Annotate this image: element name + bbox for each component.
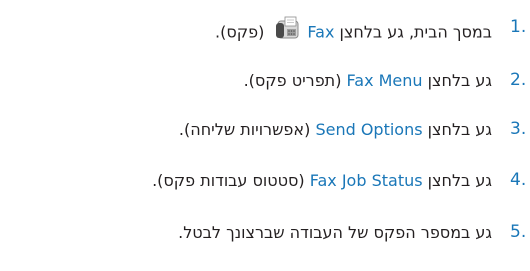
step-text-before: גע בלחצן [422,120,492,139]
fax-icon [273,15,303,47]
step-text-after: (סטטוס עבודות פקס). [152,171,310,190]
step-text-before: גע בלחצן [422,171,492,190]
step-text-after: (תפריט פקס). [243,71,347,90]
step-text-before: במסך הבית, גע בלחצן [334,22,493,42]
step-3: 3. גע בלחצן Send Options (אפשרויות שליחה… [0,115,530,145]
step-text-before: גע במספר הפקס של העבודה שברצונך לבטל. [178,223,492,242]
step-2: 2. גע בלחצן Fax Menu (תפריט פקס). [0,66,530,96]
step-number: 3. [510,119,527,139]
step-text: גע במספר הפקס של העבודה שברצונך לבטל. [178,222,492,244]
step-number: 2. [510,70,527,90]
step-text: גע בלחצן Send Options (אפשרויות שליחה). [179,119,492,141]
step-text-before: גע בלחצן [422,71,492,90]
step-number: 1. [510,17,527,37]
step-1: 1. במסך הבית, גע בלחצן Fax (פקס). [0,13,530,43]
step-5: 5. גע במספר הפקס של העבודה שברצונך לבטל. [0,218,530,248]
step-4: 4. גע בלחצן Fax Job Status (סטטוס עבודות… [0,166,530,196]
ui-term-fax: Fax [307,22,335,42]
step-number: 4. [510,170,527,190]
step-text: גע בלחצן Fax Menu (תפריט פקס). [244,70,492,92]
step-text: גע בלחצן Fax Job Status (סטטוס עבודות פק… [152,170,492,192]
instruction-steps: 1. במסך הבית, גע בלחצן Fax (פקס). 2. גע … [0,0,530,271]
ui-term-fax-job-status: Fax Job Status [309,171,423,190]
ui-term-send-options: Send Options [315,120,423,139]
step-text-after: (פקס). [215,22,270,42]
step-text-after: (אפשרויות שליחה). [178,120,316,139]
step-text: במסך הבית, גע בלחצן Fax (פקס). [215,15,493,49]
step-number: 5. [510,222,527,242]
ui-term-fax-menu: Fax Menu [346,71,423,90]
